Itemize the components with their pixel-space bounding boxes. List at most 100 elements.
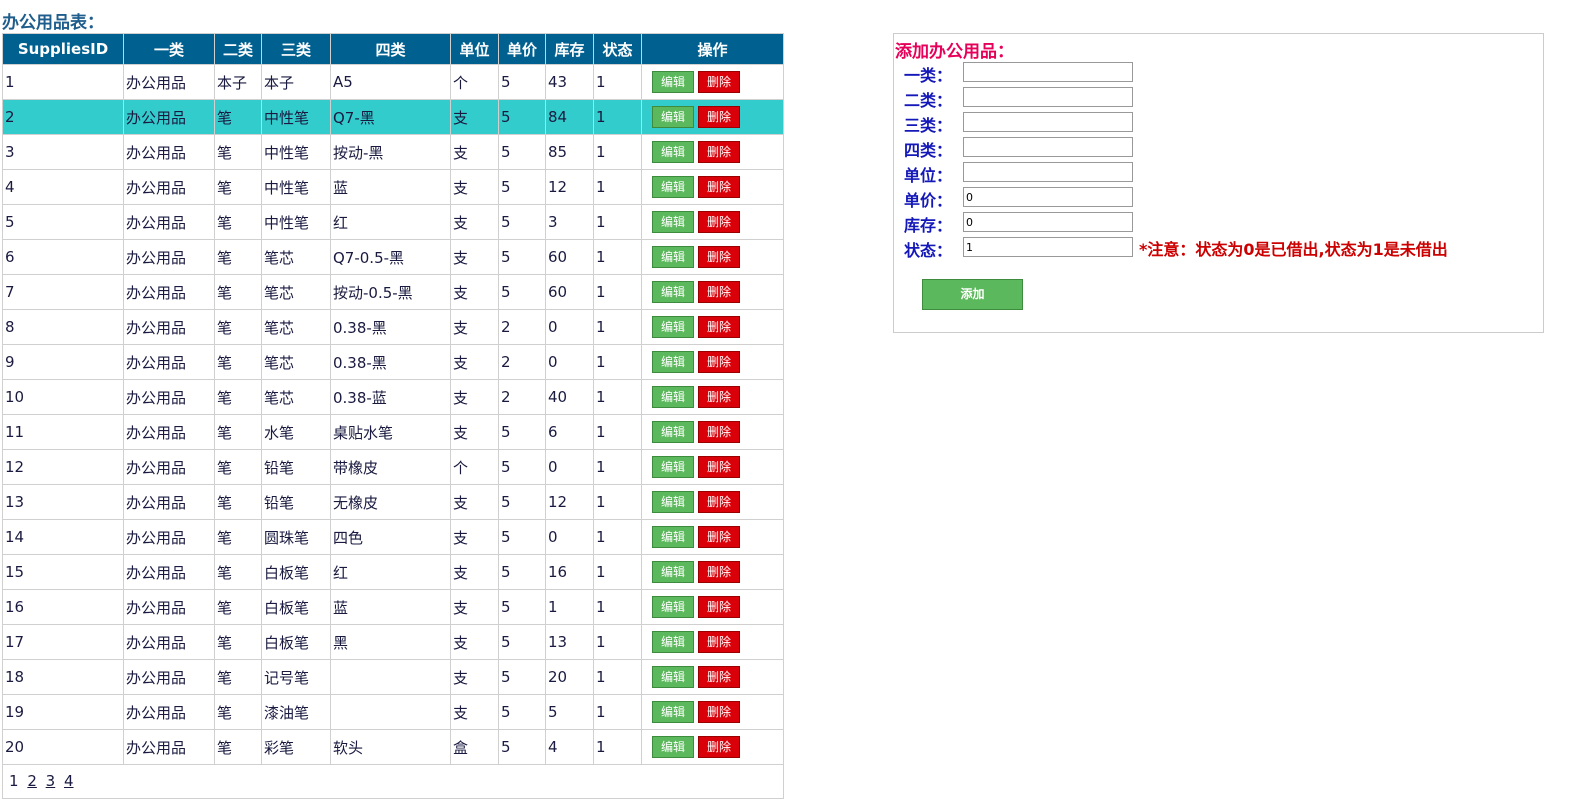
table-row: 11 办公用品笔水笔 桌贴水笔支 5 6 1 编辑 删除: [2, 414, 784, 450]
cell-actions: 编辑 删除: [641, 134, 784, 170]
cell-status: 1: [593, 99, 642, 135]
cell-actions: 编辑 删除: [641, 414, 784, 450]
cell-category2: 笔: [214, 484, 262, 520]
delete-button[interactable]: 删除: [698, 176, 740, 198]
edit-button[interactable]: 编辑: [652, 386, 694, 408]
cell-unit: 支: [450, 99, 499, 135]
delete-button[interactable]: 删除: [698, 666, 740, 688]
delete-button[interactable]: 删除: [698, 701, 740, 723]
cell-unit: 个: [450, 449, 499, 485]
page-link-3[interactable]: 3: [46, 772, 56, 790]
cell-price: 5: [498, 239, 546, 275]
delete-button[interactable]: 删除: [698, 386, 740, 408]
page-link-2[interactable]: 2: [27, 772, 37, 790]
edit-button[interactable]: 编辑: [652, 211, 694, 233]
cell-price: 5: [498, 554, 546, 590]
cell-category2: 笔: [214, 379, 262, 415]
stock-input[interactable]: [963, 212, 1133, 232]
edit-button[interactable]: 编辑: [652, 71, 694, 93]
delete-button[interactable]: 删除: [698, 71, 740, 93]
cell-category3: 笔芯: [261, 309, 331, 345]
price-input[interactable]: [963, 187, 1133, 207]
category2-input[interactable]: [963, 87, 1133, 107]
cell-actions: 编辑 删除: [641, 484, 784, 520]
delete-button[interactable]: 删除: [698, 421, 740, 443]
category3-input[interactable]: [963, 112, 1133, 132]
page-link-4[interactable]: 4: [64, 772, 74, 790]
cell-status: 1: [593, 204, 642, 240]
cell-status: 1: [593, 554, 642, 590]
delete-button[interactable]: 删除: [698, 141, 740, 163]
edit-button[interactable]: 编辑: [652, 141, 694, 163]
table-row: 7 办公用品笔笔芯 按动-0.5-黑支 5 60 1 编辑 删除: [2, 274, 784, 310]
column-header-status: 状态: [593, 33, 642, 65]
cell-price: 5: [498, 204, 546, 240]
cell-actions: 编辑 删除: [641, 204, 784, 240]
category3-label: 三类：: [904, 116, 953, 135]
category2-label: 二类：: [904, 91, 953, 110]
edit-button[interactable]: 编辑: [652, 421, 694, 443]
edit-button[interactable]: 编辑: [652, 106, 694, 128]
cell-unit: 支: [450, 239, 499, 275]
cell-category2: 笔: [214, 729, 262, 765]
delete-button[interactable]: 删除: [698, 526, 740, 548]
edit-button[interactable]: 编辑: [652, 351, 694, 373]
cell-unit: 支: [450, 624, 499, 660]
edit-button[interactable]: 编辑: [652, 526, 694, 548]
delete-button[interactable]: 删除: [698, 316, 740, 338]
delete-button[interactable]: 删除: [698, 246, 740, 268]
cell-id: 4: [2, 169, 124, 205]
column-header-category2: 二类: [214, 33, 262, 65]
edit-button[interactable]: 编辑: [652, 246, 694, 268]
unit-input[interactable]: [963, 162, 1133, 182]
edit-button[interactable]: 编辑: [652, 736, 694, 758]
cell-stock: 40: [545, 379, 594, 415]
category4-label: 四类：: [904, 141, 953, 160]
cell-stock: 13: [545, 624, 594, 660]
edit-button[interactable]: 编辑: [652, 456, 694, 478]
cell-id: 17: [2, 624, 124, 660]
add-button[interactable]: 添加: [922, 279, 1023, 310]
delete-button[interactable]: 删除: [698, 561, 740, 583]
cell-id: 14: [2, 519, 124, 555]
delete-button[interactable]: 删除: [698, 631, 740, 653]
cell-category3: 中性笔: [261, 99, 331, 135]
cell-category1: 办公用品: [123, 554, 215, 590]
cell-unit: 支: [450, 134, 499, 170]
cell-actions: 编辑 删除: [641, 344, 784, 380]
delete-button[interactable]: 删除: [698, 736, 740, 758]
cell-id: 10: [2, 379, 124, 415]
delete-button[interactable]: 删除: [698, 281, 740, 303]
edit-button[interactable]: 编辑: [652, 281, 694, 303]
cell-price: 5: [498, 414, 546, 450]
edit-button[interactable]: 编辑: [652, 316, 694, 338]
category4-input[interactable]: [963, 137, 1133, 157]
cell-category3: 中性笔: [261, 134, 331, 170]
edit-button[interactable]: 编辑: [652, 176, 694, 198]
edit-button[interactable]: 编辑: [652, 631, 694, 653]
cell-price: 5: [498, 519, 546, 555]
delete-button[interactable]: 删除: [698, 596, 740, 618]
cell-price: 5: [498, 729, 546, 765]
status-input[interactable]: [963, 237, 1133, 257]
delete-button[interactable]: 删除: [698, 106, 740, 128]
table-row: 17 办公用品笔白板笔黑支 5 13 1 编辑 删除: [2, 624, 784, 660]
delete-button[interactable]: 删除: [698, 351, 740, 373]
add-supplies-form: 添加办公用品： 一类： 二类： 三类： 四类： 单位： 单价： 库存： 状态： …: [893, 33, 1544, 333]
edit-button[interactable]: 编辑: [652, 666, 694, 688]
category1-input[interactable]: [963, 62, 1133, 82]
delete-button[interactable]: 删除: [698, 211, 740, 233]
cell-id: 5: [2, 204, 124, 240]
cell-category1: 办公用品: [123, 379, 215, 415]
edit-button[interactable]: 编辑: [652, 701, 694, 723]
edit-button[interactable]: 编辑: [652, 596, 694, 618]
delete-button[interactable]: 删除: [698, 456, 740, 478]
cell-id: 3: [2, 134, 124, 170]
cell-unit: 支: [450, 484, 499, 520]
cell-unit: 支: [450, 309, 499, 345]
edit-button[interactable]: 编辑: [652, 491, 694, 513]
delete-button[interactable]: 删除: [698, 491, 740, 513]
edit-button[interactable]: 编辑: [652, 561, 694, 583]
table-row: 13 办公用品笔铅笔 无橡皮支 5 12 1 编辑 删除: [2, 484, 784, 520]
table-row: 16 办公用品笔白板笔蓝支 5 1 1 编辑 删除: [2, 589, 784, 625]
